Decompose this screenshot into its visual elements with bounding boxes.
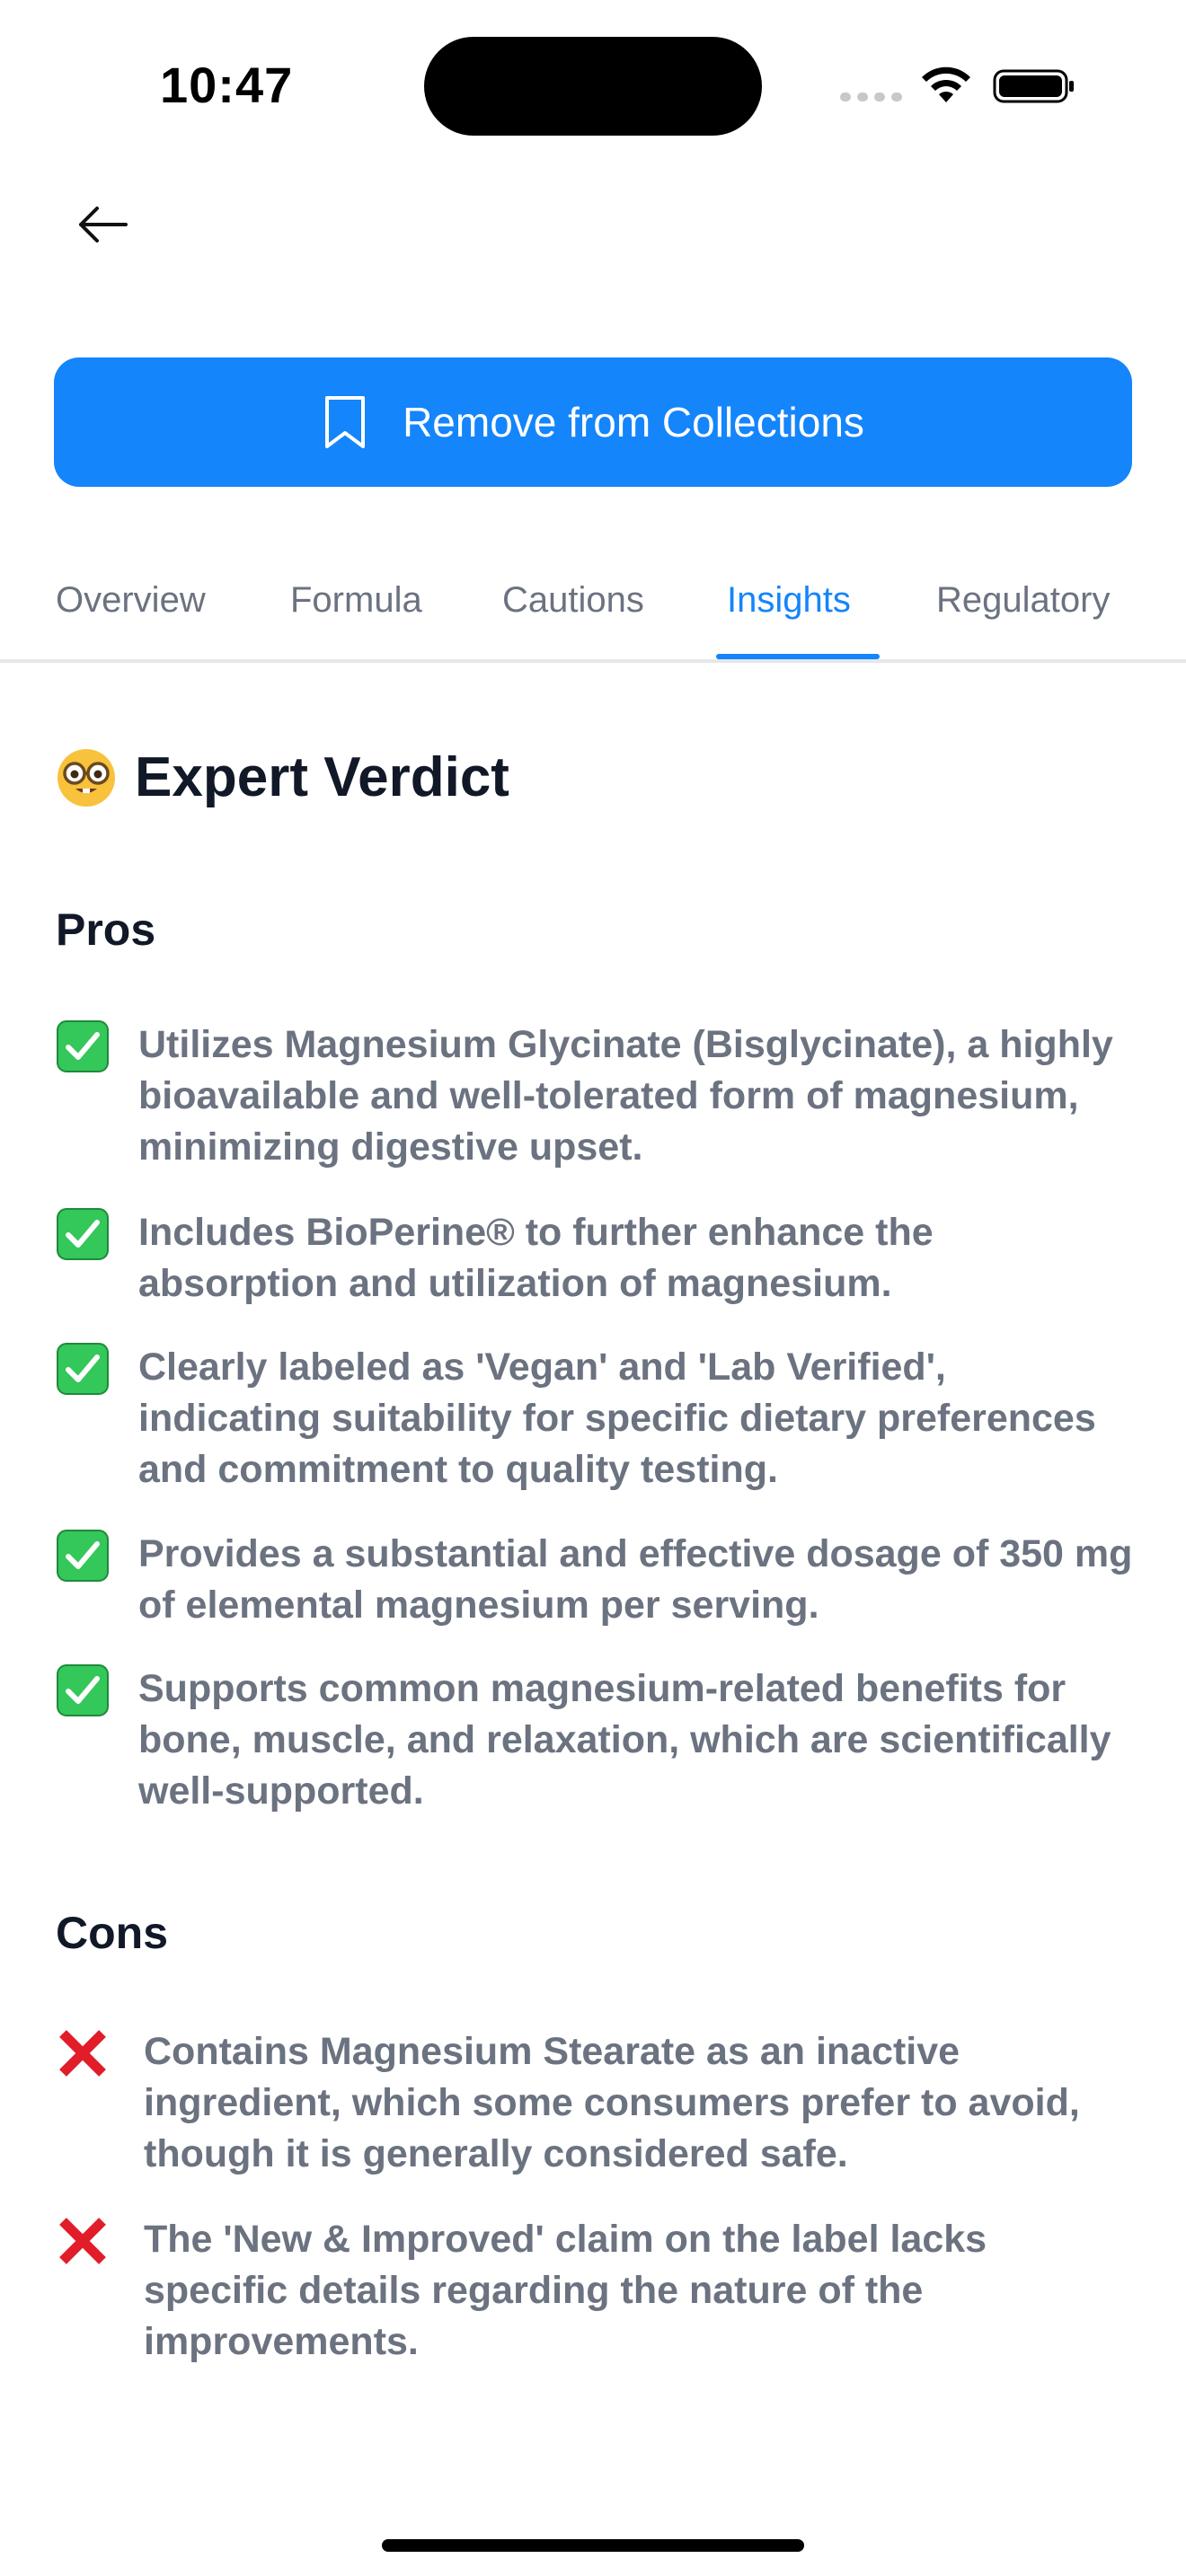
expert-verdict-heading: Expert Verdict <box>56 745 509 809</box>
con-list-item: Contains Magnesium Stearate as an inacti… <box>56 2026 1134 2180</box>
status-time: 10:47 <box>160 57 294 113</box>
con-text: The 'New & Improved' claim on the label … <box>144 2218 987 2363</box>
con-list-item: The 'New & Improved' claim on the label … <box>56 2214 1134 2368</box>
cross-mark-icon <box>59 2218 106 2264</box>
expert-verdict-title: Expert Verdict <box>135 746 509 808</box>
cellular-signal-icon <box>840 93 902 101</box>
tab-overview[interactable]: Overview <box>56 580 206 621</box>
check-box-icon <box>57 1343 109 1395</box>
tab-insights[interactable]: Insights <box>727 580 851 621</box>
pro-text: Provides a substantial and effective dos… <box>138 1532 1133 1627</box>
wifi-icon <box>922 66 970 102</box>
home-indicator[interactable] <box>382 2539 804 2552</box>
pro-list-item: Includes BioPerine® to further enhance t… <box>56 1207 1134 1310</box>
tab-formula[interactable]: Formula <box>290 580 422 621</box>
check-box-icon <box>57 1664 109 1716</box>
check-box-icon <box>57 1020 109 1072</box>
active-tab-indicator <box>716 654 880 659</box>
tab-cautions[interactable]: Cautions <box>502 580 644 621</box>
battery-icon <box>993 69 1074 103</box>
pro-list-item: Utilizes Magnesium Glycinate (Bisglycina… <box>56 1019 1134 1173</box>
pro-list-item: Supports common magnesium-related benefi… <box>56 1663 1134 1817</box>
tab-bar: Overview Formula Cautions Insights Regul… <box>0 548 1186 663</box>
con-text: Contains Magnesium Stearate as an inacti… <box>144 2030 1080 2175</box>
nerd-face-icon <box>58 748 115 807</box>
pro-list-item: Provides a substantial and effective dos… <box>56 1529 1134 1631</box>
pro-text: Supports common magnesium-related benefi… <box>138 1667 1111 1813</box>
arrow-left-icon <box>79 207 128 243</box>
pro-text: Clearly labeled as 'Vegan' and 'Lab Veri… <box>138 1345 1096 1491</box>
cons-heading: Cons <box>56 1908 168 1958</box>
check-box-icon <box>57 1530 109 1582</box>
pro-list-item: Clearly labeled as 'Vegan' and 'Lab Veri… <box>56 1342 1134 1495</box>
remove-from-collections-button[interactable]: Remove from Collections <box>54 357 1132 487</box>
pro-text: Utilizes Magnesium Glycinate (Bisglycina… <box>138 1023 1113 1169</box>
cross-mark-icon <box>59 2030 106 2077</box>
pro-text: Includes BioPerine® to further enhance t… <box>138 1211 934 1305</box>
remove-from-collections-label: Remove from Collections <box>403 399 864 446</box>
tab-regulatory[interactable]: Regulatory <box>936 580 1110 621</box>
pros-heading: Pros <box>56 904 156 955</box>
back-button[interactable] <box>65 190 140 259</box>
check-box-icon <box>57 1208 109 1260</box>
dynamic-island <box>424 37 762 136</box>
bookmark-icon <box>325 396 366 448</box>
